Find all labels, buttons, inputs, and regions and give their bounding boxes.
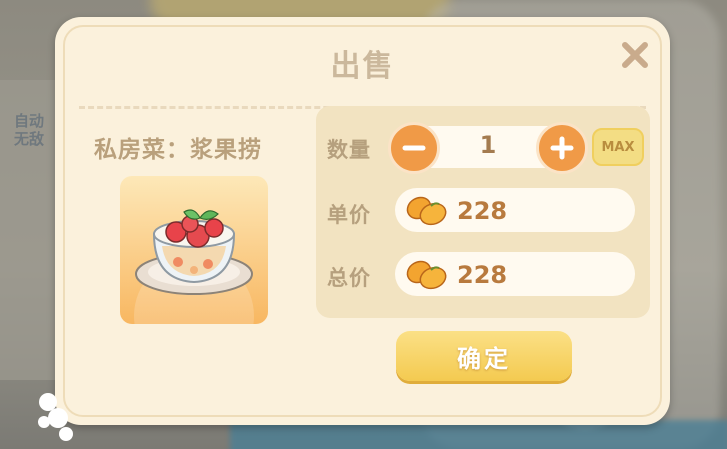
close-button[interactable] <box>612 32 658 78</box>
unit-price-bar: 228 <box>395 188 635 232</box>
minus-icon <box>402 145 426 151</box>
quantity-label: 数量 <box>327 138 371 162</box>
item-name: 私房菜：浆果捞 <box>94 137 262 163</box>
unit-price-label: 单价 <box>327 203 371 227</box>
unit-price-value: 228 <box>457 197 508 225</box>
background-side-text: 自动无敌 <box>14 112 45 148</box>
decrease-button[interactable] <box>388 122 440 174</box>
paw-decoration-icon <box>38 393 73 441</box>
item-image-card <box>120 176 268 324</box>
berry-dessert-bowl-icon <box>134 209 254 324</box>
total-price-value: 228 <box>457 261 508 289</box>
mango-coin-icon <box>406 260 447 290</box>
plus-icon <box>550 136 574 160</box>
mango-coin-icon <box>406 196 447 226</box>
dialog-title: 出售 <box>330 49 395 84</box>
close-icon <box>622 42 648 68</box>
confirm-button[interactable]: 确定 <box>396 331 572 381</box>
total-price-label: 总价 <box>327 266 371 290</box>
increase-button[interactable] <box>536 122 588 174</box>
quantity-value[interactable]: 1 <box>446 131 530 159</box>
max-button[interactable]: MAX <box>592 128 644 166</box>
total-price-bar: 228 <box>395 252 635 296</box>
